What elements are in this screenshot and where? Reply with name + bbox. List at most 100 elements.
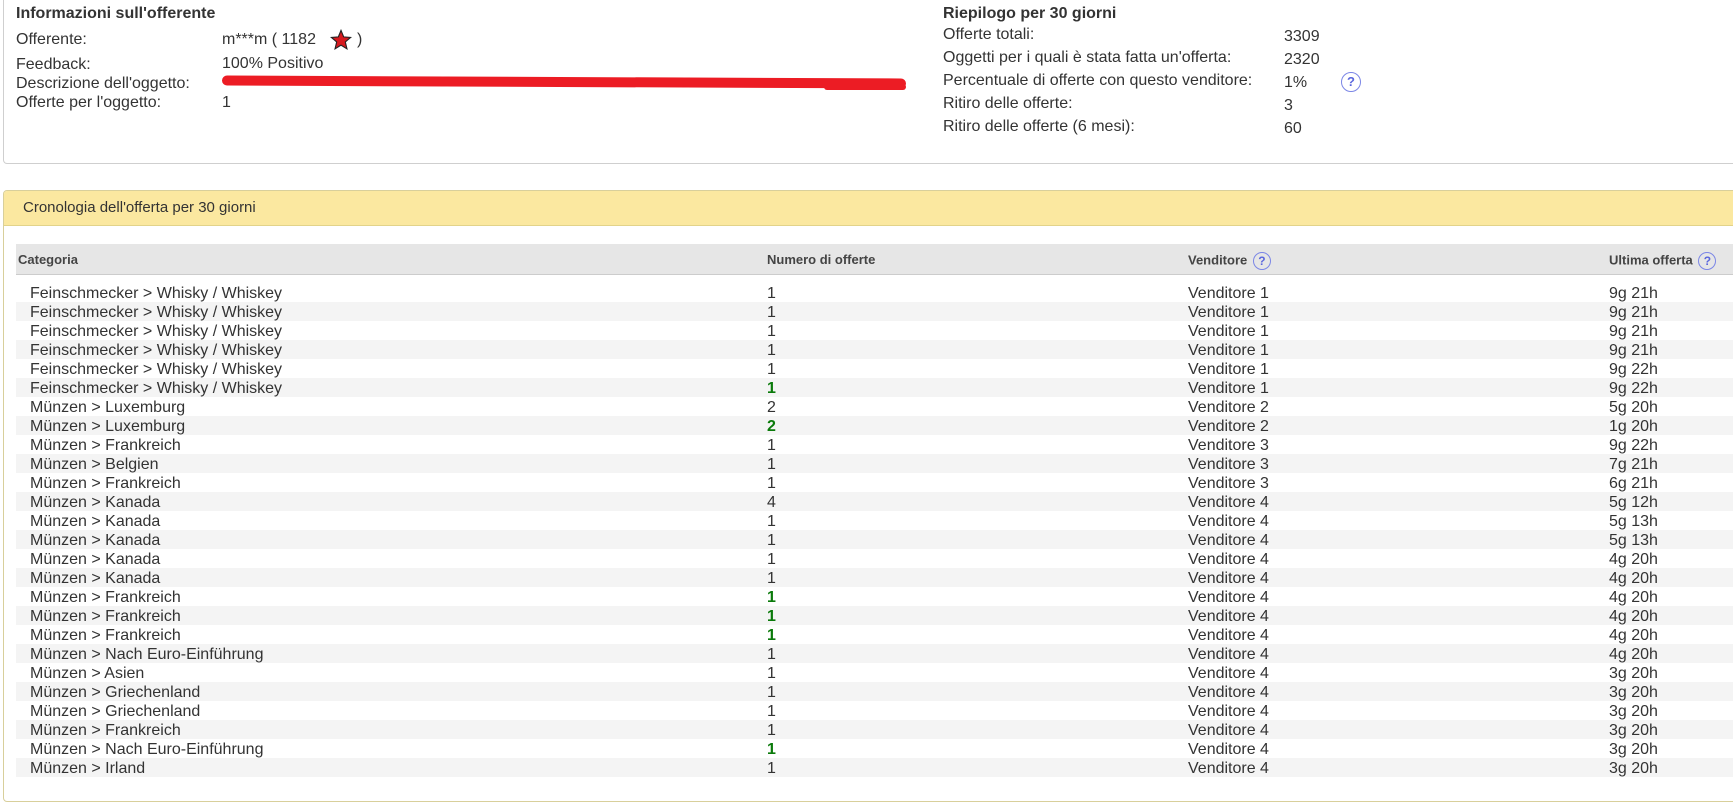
- row-seller: Venditore 1: [1188, 361, 1269, 378]
- row-seller: Venditore 1: [1188, 323, 1269, 340]
- table-row: Feinschmecker > Whisky / Whiskey 1 Vendito…: [16, 359, 1733, 378]
- table-row: Münzen > Frankreich 1 Venditore 4 4g 20h: [16, 625, 1733, 644]
- row-seller: Venditore 4: [1188, 760, 1269, 777]
- seller-help-icon[interactable]: ?: [1252, 252, 1271, 270]
- row-category[interactable]: Feinschmecker > Whisky / Whiskey: [30, 360, 282, 379]
- row-last-bid: 5g 20h: [1609, 399, 1658, 416]
- table-row: Münzen > Griechenland 1 Venditore 4 3g 20h: [16, 701, 1733, 720]
- feedback-value: 100% Positivo: [222, 55, 324, 72]
- row-seller: Venditore 4: [1188, 741, 1269, 758]
- bidder-name[interactable]: m***m ( 1182: [222, 31, 316, 49]
- row-seller: Venditore 1: [1188, 285, 1269, 302]
- last-bid-help-icon[interactable]: ?: [1698, 252, 1717, 270]
- row-last-bid: 9g 22h: [1609, 361, 1658, 378]
- table-row: Feinschmecker > Whisky / Whiskey 1 Vendito…: [16, 340, 1733, 359]
- redaction-mark: [221, 75, 907, 89]
- row-category[interactable]: Münzen > Frankreich: [30, 607, 181, 626]
- row-bid-count: 1: [767, 627, 776, 644]
- table-row: Münzen > Asien 1 Venditore 4 3g 20h: [16, 663, 1733, 682]
- table-row: Münzen > Frankreich 1 Venditore 4 3g 20h: [16, 720, 1733, 739]
- row-category[interactable]: Münzen > Luxemburg: [30, 417, 185, 436]
- row-bid-count: 1: [767, 513, 776, 530]
- row-category[interactable]: Münzen > Frankreich: [30, 626, 181, 645]
- row-bid-count: 1: [767, 646, 776, 663]
- row-last-bid: 4g 20h: [1609, 570, 1658, 587]
- feedback-label: Feedback:: [16, 56, 91, 73]
- column-last-bid-label[interactable]: Ultima offerta: [1609, 252, 1693, 267]
- table-row: Münzen > Frankreich 1 Venditore 3 6g 21h: [16, 473, 1733, 492]
- row-seller: Venditore 4: [1188, 646, 1269, 663]
- bid-history-header: Cronologia dell'offerta per 30 giorni: [4, 191, 1733, 226]
- row-category[interactable]: Münzen > Griechenland: [30, 683, 200, 702]
- column-last-bid[interactable]: Ultima offerta ?: [1609, 252, 1717, 270]
- row-seller: Venditore 4: [1188, 513, 1269, 530]
- row-last-bid: 7g 21h: [1609, 456, 1658, 473]
- row-bid-count: 1: [767, 380, 776, 397]
- row-bid-count: 1: [767, 570, 776, 587]
- row-bid-count: 1: [767, 589, 776, 606]
- row-bid-count: 1: [767, 551, 776, 568]
- row-category[interactable]: Münzen > Kanada: [30, 493, 160, 512]
- row-category[interactable]: Feinschmecker > Whisky / Whiskey: [30, 322, 282, 341]
- row-seller: Venditore 3: [1188, 437, 1269, 454]
- row-category[interactable]: Münzen > Asien: [30, 664, 144, 683]
- table-row: Münzen > Luxemburg 2 Venditore 2 1g 20h: [16, 416, 1733, 435]
- table-row: Münzen > Nach Euro-Einführung 1 Venditore …: [16, 644, 1733, 663]
- row-category[interactable]: Münzen > Irland: [30, 759, 145, 778]
- row-category[interactable]: Feinschmecker > Whisky / Whiskey: [30, 379, 282, 398]
- row-seller: Venditore 4: [1188, 722, 1269, 739]
- row-category[interactable]: Münzen > Frankreich: [30, 588, 181, 607]
- row-category[interactable]: Feinschmecker > Whisky / Whiskey: [30, 341, 282, 360]
- table-row: Feinschmecker > Whisky / Whiskey 1 Vendito…: [16, 321, 1733, 340]
- row-category[interactable]: Münzen > Frankreich: [30, 474, 181, 493]
- row-seller: Venditore 2: [1188, 399, 1269, 416]
- bid-history-panel: Cronologia dell'offerta per 30 giorni Ca…: [3, 190, 1733, 802]
- percent-help-icon[interactable]: ?: [1341, 72, 1361, 92]
- table-row: Münzen > Frankreich 1 Venditore 4 4g 20h: [16, 587, 1733, 606]
- table-row: Feinschmecker > Whisky / Whiskey 1 Vendito…: [16, 283, 1733, 302]
- row-seller: Venditore 4: [1188, 684, 1269, 701]
- row-category[interactable]: Münzen > Kanada: [30, 569, 160, 588]
- row-category[interactable]: Münzen > Frankreich: [30, 721, 181, 740]
- feedback-star-icon: [330, 29, 352, 50]
- row-category[interactable]: Münzen > Belgien: [30, 455, 159, 474]
- row-bid-count: 1: [767, 304, 776, 321]
- row-bid-count: 1: [767, 722, 776, 739]
- row-last-bid: 5g 13h: [1609, 513, 1658, 530]
- row-seller: Venditore 1: [1188, 304, 1269, 321]
- row-last-bid: 3g 20h: [1609, 684, 1658, 701]
- row-category[interactable]: Münzen > Kanada: [30, 550, 160, 569]
- row-category[interactable]: Münzen > Luxemburg: [30, 398, 185, 417]
- row-category[interactable]: Münzen > Nach Euro-Einführung: [30, 645, 263, 664]
- bidder-info-title: Informazioni sull'offerente: [16, 5, 216, 22]
- row-bid-count: 2: [767, 418, 776, 435]
- column-bids[interactable]: Numero di offerte: [767, 252, 875, 267]
- row-last-bid: 5g 13h: [1609, 532, 1658, 549]
- row-category[interactable]: Feinschmecker > Whisky / Whiskey: [30, 303, 282, 322]
- row-category[interactable]: Münzen > Frankreich: [30, 436, 181, 455]
- column-category[interactable]: Categoria: [18, 252, 78, 267]
- row-bid-count: 1: [767, 342, 776, 359]
- row-last-bid: 9g 22h: [1609, 437, 1658, 454]
- table-row: Münzen > Kanada 1 Venditore 4 5g 13h: [16, 530, 1733, 549]
- row-last-bid: 4g 20h: [1609, 589, 1658, 606]
- row-category[interactable]: Feinschmecker > Whisky / Whiskey: [30, 284, 282, 303]
- column-seller[interactable]: Venditore ?: [1188, 252, 1271, 270]
- row-bid-count: 1: [767, 361, 776, 378]
- column-seller-label[interactable]: Venditore: [1188, 252, 1247, 267]
- summary-label-retractions: Ritiro delle offerte:: [943, 95, 1073, 112]
- row-category[interactable]: Münzen > Kanada: [30, 531, 160, 550]
- row-category[interactable]: Münzen > Kanada: [30, 512, 160, 531]
- row-category[interactable]: Münzen > Griechenland: [30, 702, 200, 721]
- bidder-close-paren: ): [357, 31, 363, 48]
- summary-value-total: 3309: [1284, 28, 1320, 45]
- row-seller: Venditore 4: [1188, 494, 1269, 511]
- row-bid-count: 1: [767, 532, 776, 549]
- row-category[interactable]: Münzen > Nach Euro-Einführung: [30, 740, 263, 759]
- row-last-bid: 1g 20h: [1609, 418, 1658, 435]
- row-seller: Venditore 4: [1188, 551, 1269, 568]
- row-bid-count: 4: [767, 494, 776, 511]
- table-row: Münzen > Griechenland 1 Venditore 4 3g 20h: [16, 682, 1733, 701]
- summary-label-items: Oggetti per i quali è stata fatta un'off…: [943, 49, 1232, 66]
- row-last-bid: 3g 20h: [1609, 741, 1658, 758]
